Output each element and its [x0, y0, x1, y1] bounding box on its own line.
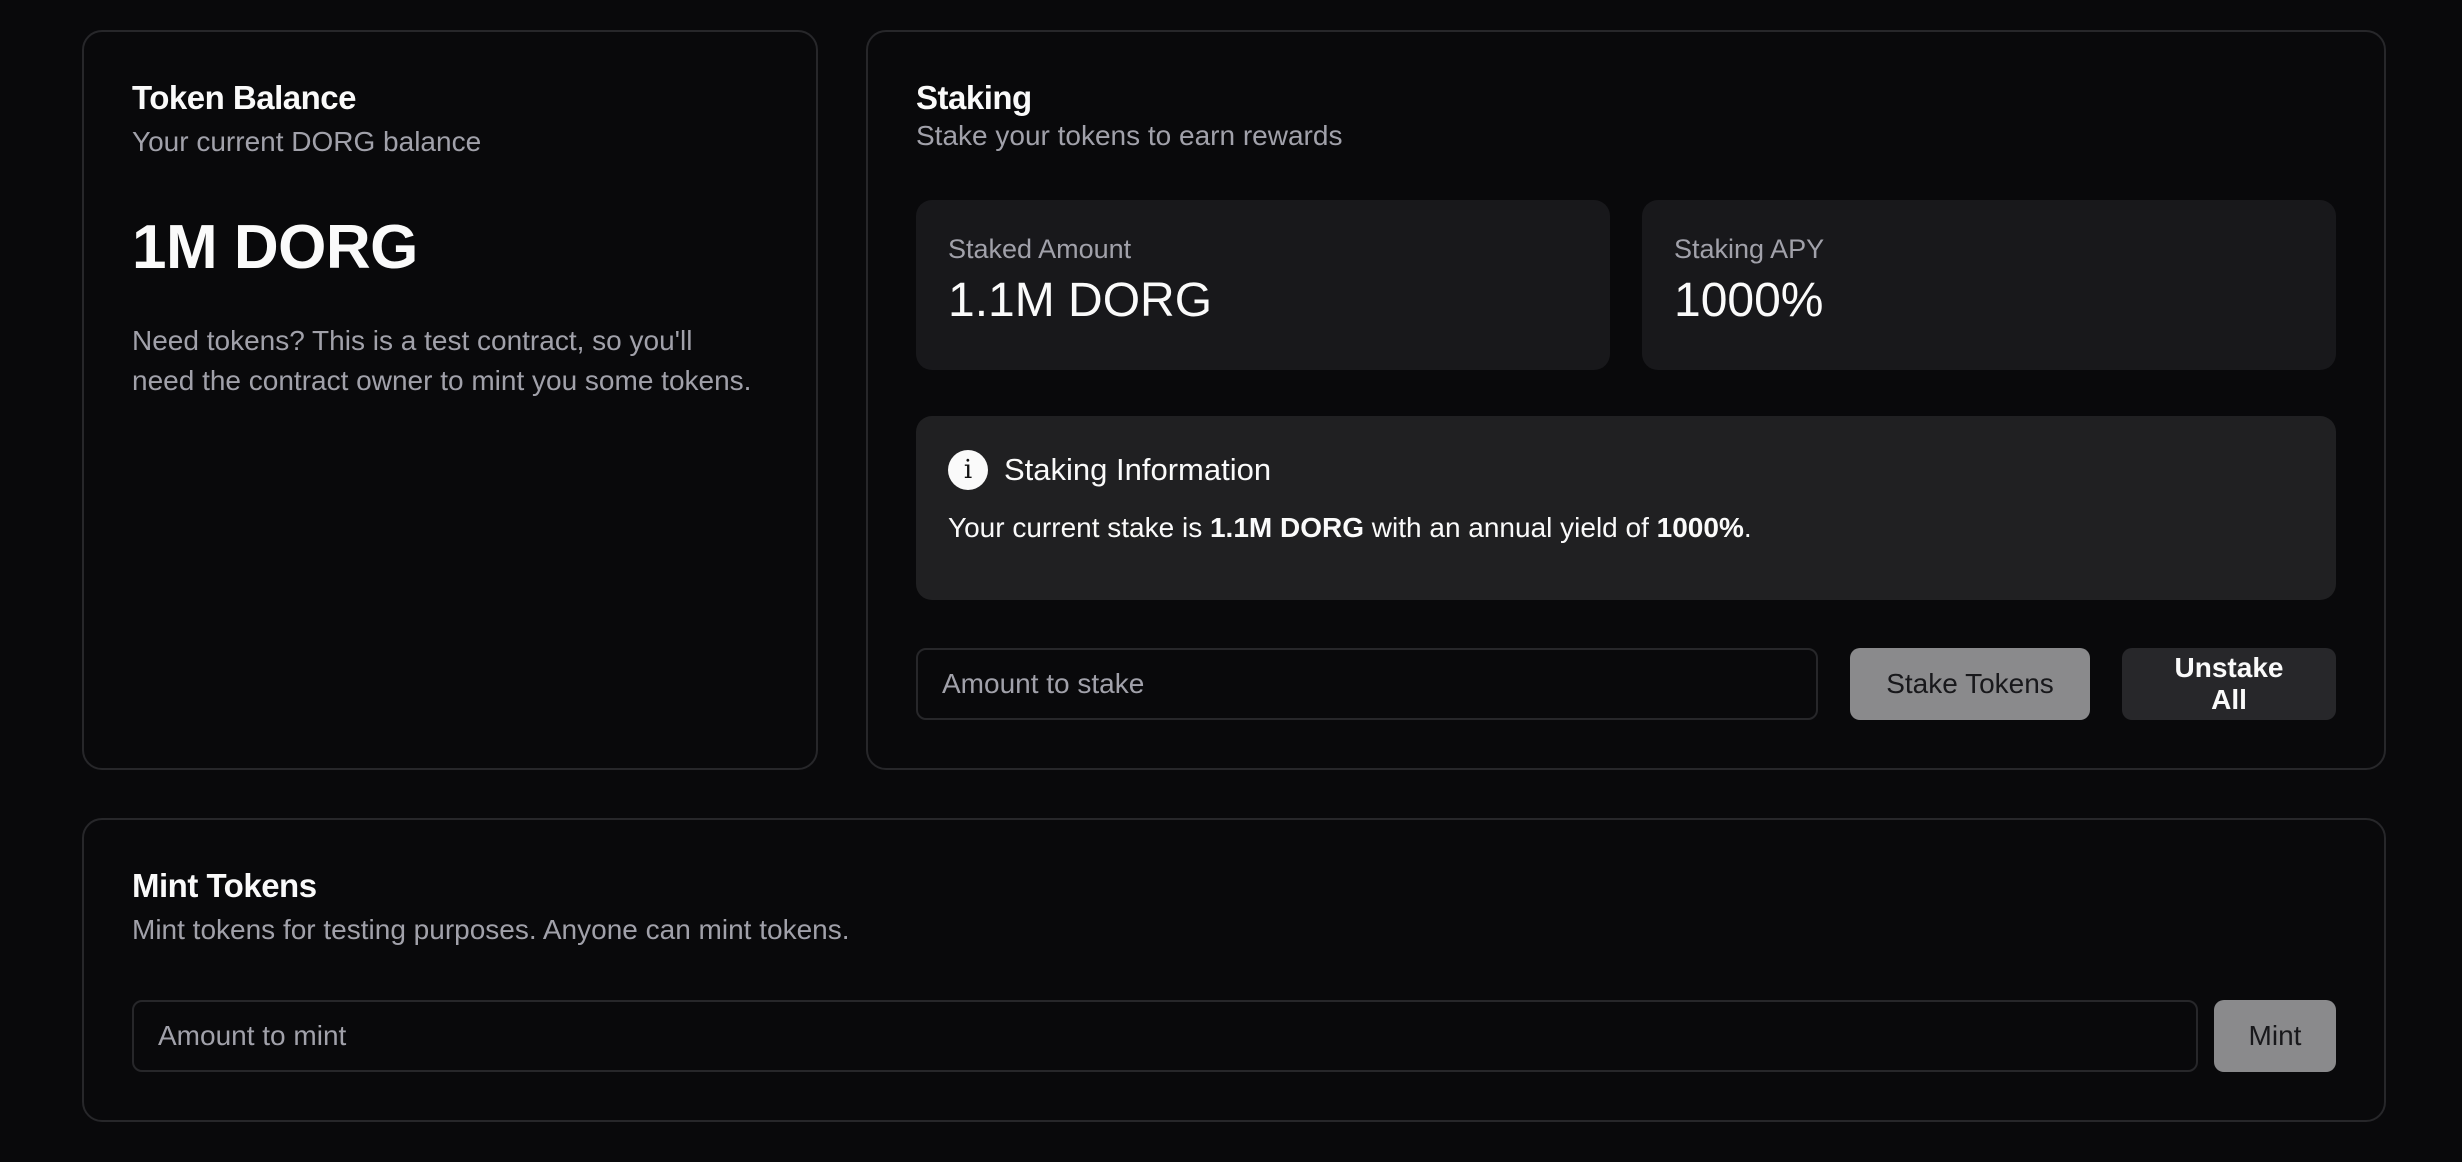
staking-stats: Staked Amount 1.1M DORG Staking APY 1000… — [916, 200, 2336, 370]
staking-apy-value: 1000% — [1674, 274, 1824, 327]
stake-amount-input[interactable] — [916, 648, 1818, 720]
staking-apy-stat: Staking APY 1000% — [1642, 200, 2336, 370]
staking-title: Staking — [916, 79, 1032, 116]
mint-tokens-card: Mint Tokens Mint tokens for testing purp… — [82, 818, 2386, 1122]
token-balance-amount: 1M DORG — [132, 212, 418, 282]
staking-info-title: Staking Information — [1004, 452, 1272, 487]
token-balance-title: Token Balance — [132, 79, 356, 116]
mint-tokens-title: Mint Tokens — [132, 867, 317, 904]
token-balance-description: Your current DORG balance — [132, 125, 482, 157]
staking-description: Stake your tokens to earn rewards — [916, 119, 1343, 151]
info-stake-amount: 1.1M DORG — [1209, 512, 1365, 543]
token-balance-card: Token Balance Your current DORG balance … — [82, 30, 818, 770]
stake-tokens-button[interactable]: Stake Tokens — [1850, 648, 2090, 720]
staked-amount-stat: Staked Amount 1.1M DORG — [916, 200, 1610, 370]
staked-amount-value: 1.1M DORG — [948, 274, 1213, 327]
mint-button[interactable]: Mint — [2214, 1000, 2336, 1072]
token-balance-hint: Need tokens? This is a test contract, so… — [132, 324, 752, 396]
staking-info-text: Your current stake is 1.1M DORG with an … — [948, 512, 2304, 544]
info-text-prefix: Your current stake is — [948, 512, 1210, 543]
info-icon: i — [948, 450, 988, 490]
info-text-suffix: . — [1743, 512, 1752, 543]
mint-tokens-description: Mint tokens for testing purposes. Anyone… — [132, 913, 850, 945]
unstake-all-button[interactable]: Unstake All — [2122, 648, 2336, 720]
stake-controls: Stake Tokens Unstake All — [916, 648, 2336, 720]
staking-info-box: i Staking Information Your current stake… — [916, 416, 2336, 600]
mint-controls: Mint — [132, 1000, 2336, 1072]
mint-amount-input[interactable] — [132, 1000, 2198, 1072]
staking-apy-label: Staking APY — [1674, 234, 1825, 264]
staked-amount-label: Staked Amount — [948, 234, 1132, 264]
staking-card: Staking Stake your tokens to earn reward… — [866, 30, 2386, 770]
info-text-middle: with an annual yield of — [1364, 512, 1657, 543]
info-yield: 1000% — [1656, 512, 1744, 543]
